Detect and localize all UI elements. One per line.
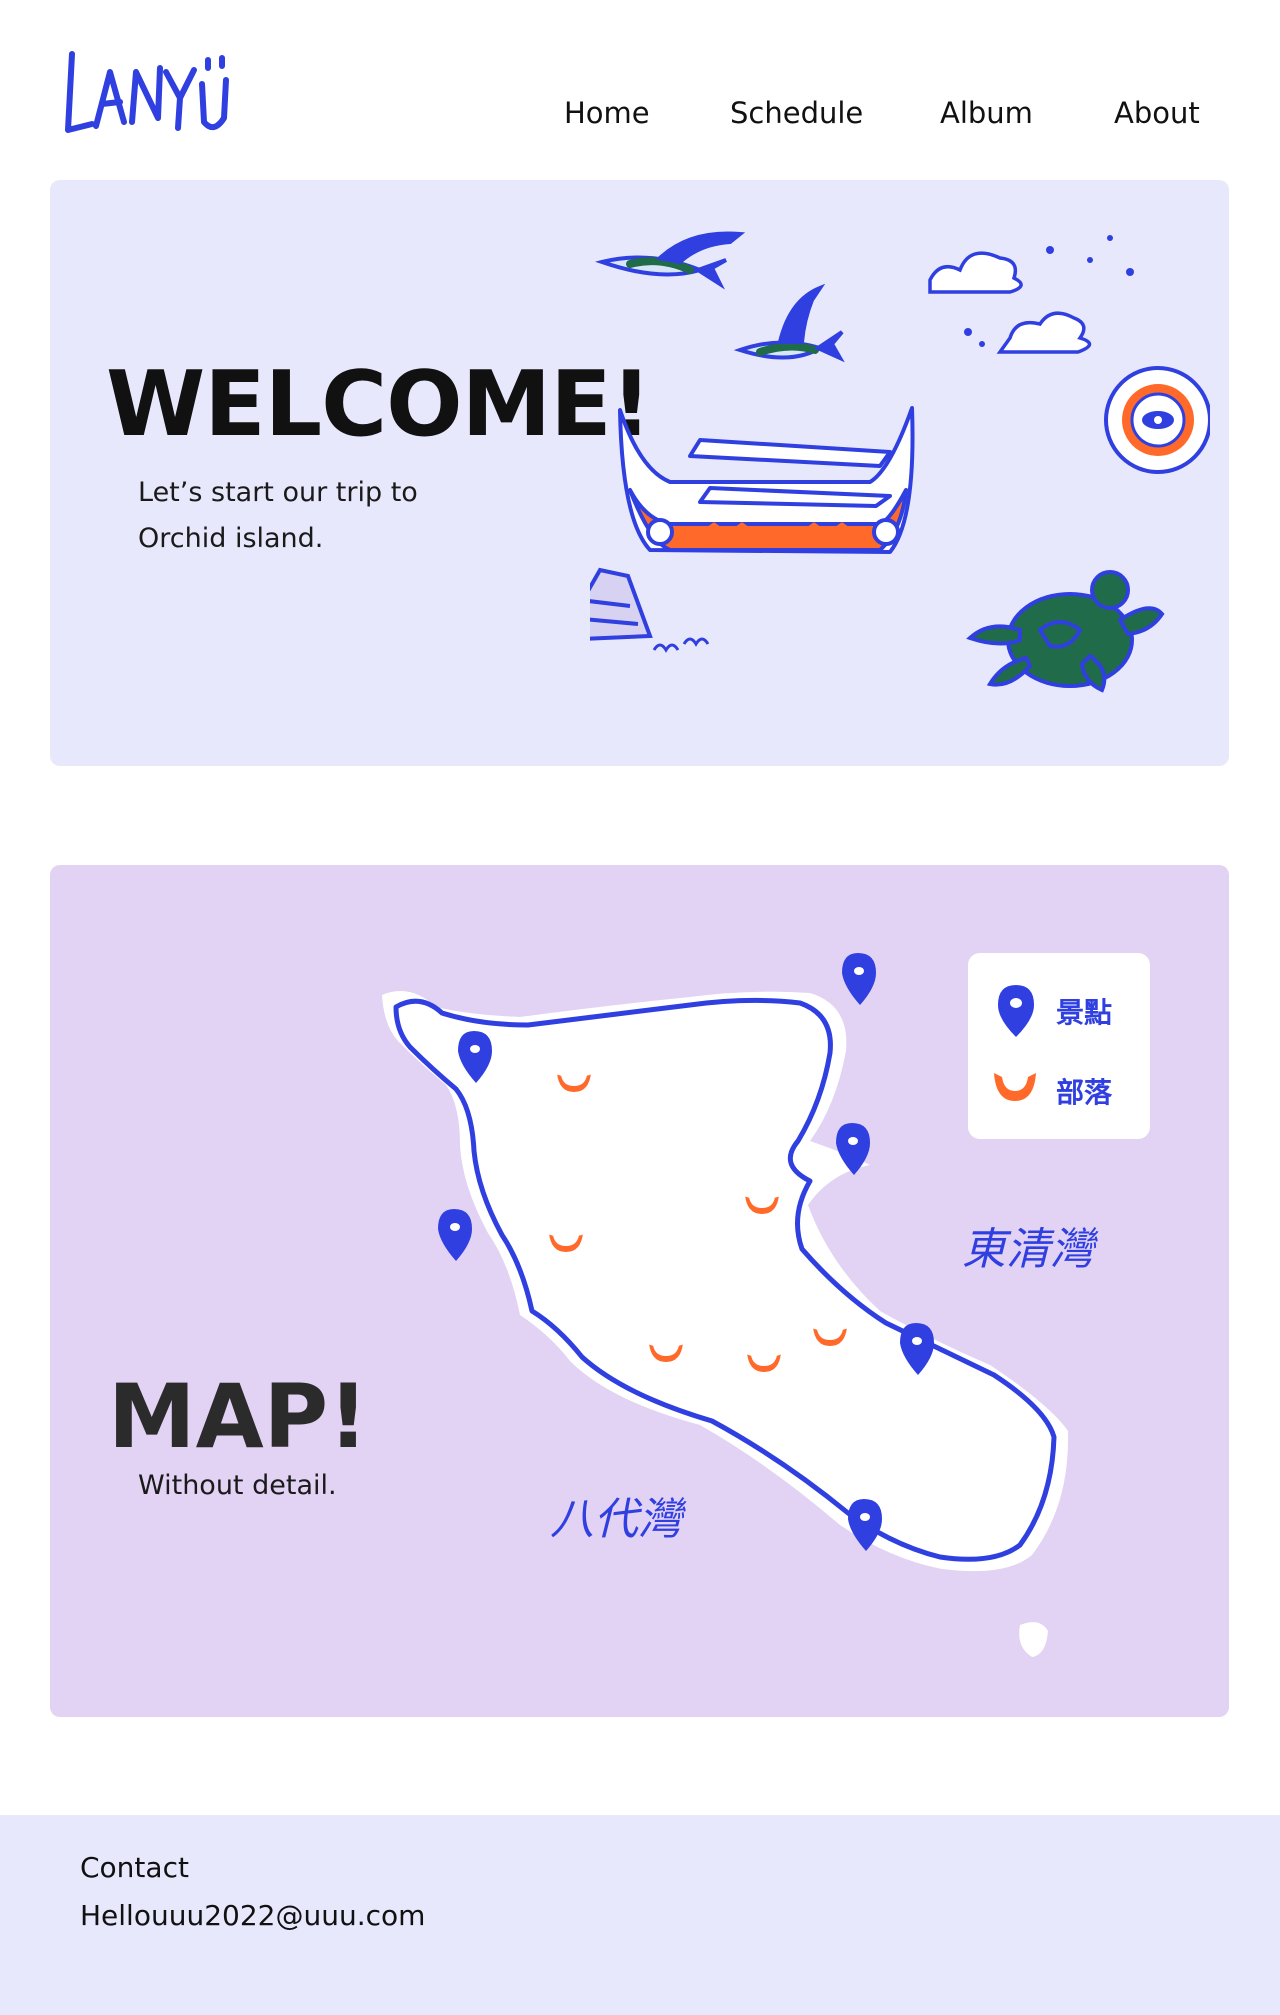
bay-label-west: 八代灣 <box>550 1494 682 1545</box>
tribe-icon <box>994 1073 1036 1101</box>
contact-email[interactable]: Hellouuu2022@uuu.com <box>80 1899 425 1932</box>
cloud-icon <box>928 251 1092 354</box>
welcome-section: WELCOME! Let’s start our trip to Orchid … <box>50 180 1229 766</box>
flying-fish-icon <box>594 231 746 290</box>
map-pin-icon <box>438 1209 472 1261</box>
nav-home[interactable]: Home <box>564 96 650 130</box>
contact-heading: Contact <box>80 1851 189 1884</box>
map-pin-icon <box>842 953 876 1005</box>
legend-item-tribe: 部落 <box>990 1059 1140 1119</box>
map-section: MAP! Without detail. 東清灣 八代灣 景點 部落 <box>50 865 1229 1717</box>
main-nav: Home Schedule Album About <box>0 96 1280 136</box>
sun-eye-icon <box>1104 366 1210 474</box>
legend-label-spot: 景點 <box>1056 996 1113 1029</box>
bird-icon <box>652 637 710 653</box>
hero-subtitle-line1: Let’s start our trip to <box>138 477 418 508</box>
map-subtitle: Without detail. <box>138 1470 337 1501</box>
map-legend: 景點 部落 <box>968 953 1150 1139</box>
hero-title: WELCOME! <box>106 352 652 457</box>
islet <box>1019 1622 1048 1657</box>
map-title: MAP! <box>108 1365 369 1468</box>
tatala-boat-icon <box>618 406 915 554</box>
nav-about[interactable]: About <box>1114 96 1200 130</box>
legend-item-spot: 景點 <box>990 979 1140 1039</box>
map-pin-icon <box>998 985 1034 1037</box>
hero-subtitle: Let’s start our trip to Orchid island. <box>138 470 498 562</box>
hero-subtitle-line2: Orchid island. <box>138 523 324 554</box>
rock-house-icon <box>590 567 653 641</box>
site-footer: Contact Hellouuu2022@uuu.com <box>0 1815 1280 2015</box>
sea-turtle-icon <box>966 570 1165 693</box>
legend-label-tribe: 部落 <box>1056 1076 1113 1109</box>
flying-fish-icon <box>733 283 845 363</box>
hero-illustration <box>590 231 1210 693</box>
bay-label-east: 東清灣 <box>962 1224 1094 1275</box>
island-outline <box>393 997 1057 1562</box>
nav-schedule[interactable]: Schedule <box>730 96 863 130</box>
nav-album[interactable]: Album <box>940 96 1033 130</box>
site-header: Home Schedule Album About <box>0 0 1280 175</box>
